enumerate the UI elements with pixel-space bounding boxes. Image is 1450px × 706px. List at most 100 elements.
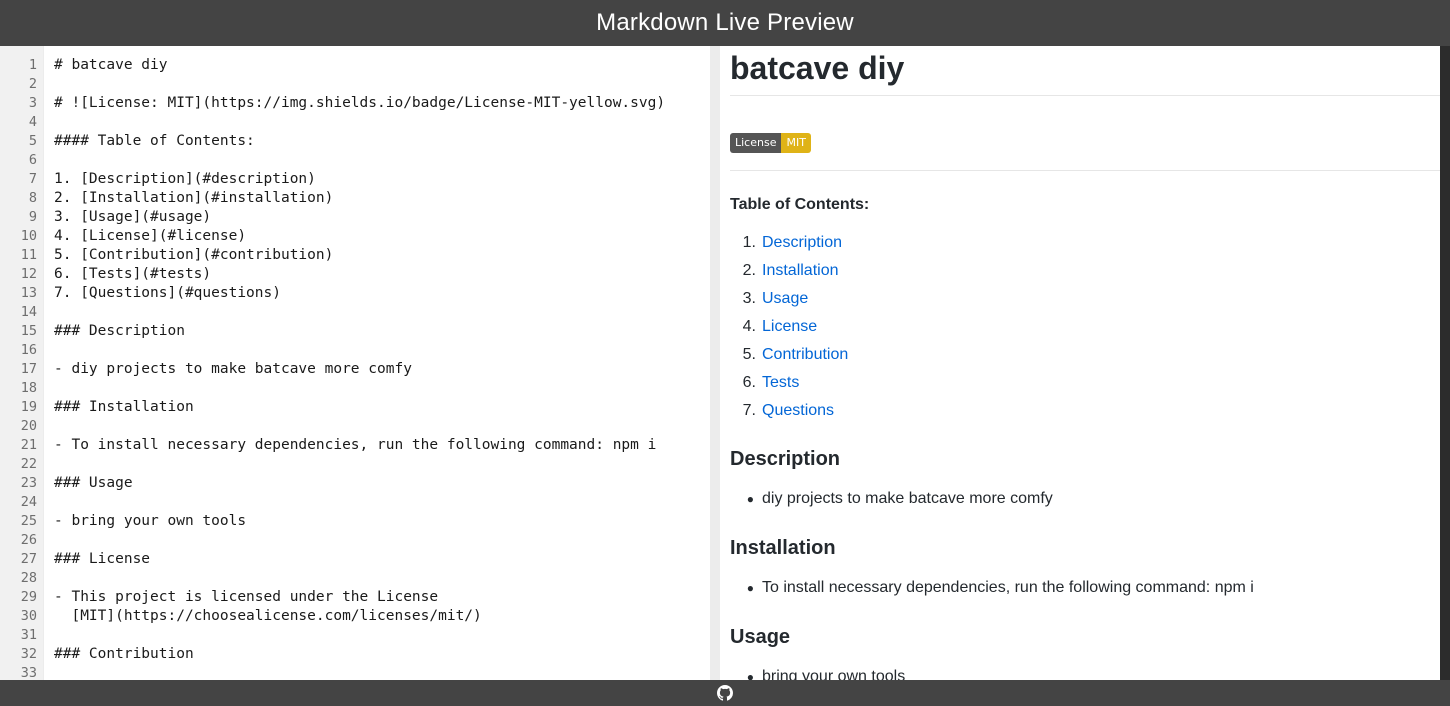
line-text[interactable] (37, 626, 710, 645)
line-number: 16 (20, 342, 37, 358)
editor-line[interactable]: 12 6. [Tests](#tests) (0, 265, 710, 284)
editor-line[interactable]: 10 4. [License](#license) (0, 227, 710, 246)
line-text[interactable]: - To install necessary dependencies, run… (37, 436, 710, 455)
editor-line[interactable]: 22 (0, 455, 710, 474)
line-number: 1 (28, 57, 37, 73)
line-number: 21 (20, 437, 37, 453)
toc-link[interactable]: Description (762, 232, 842, 260)
editor-line[interactable]: 6 (0, 151, 710, 170)
toc-link[interactable]: Usage (762, 288, 808, 316)
line-text[interactable] (37, 455, 710, 474)
github-icon[interactable] (717, 685, 733, 701)
line-text[interactable]: 7. [Questions](#questions) (37, 284, 710, 303)
editor-line[interactable]: 24 (0, 493, 710, 512)
line-text[interactable] (37, 493, 710, 512)
editor-lines[interactable]: 1 # batcave diy 2 3 # ![License: MIT](https:… (0, 56, 710, 680)
editor-line[interactable]: 5 #### Table of Contents: (0, 132, 710, 151)
line-text[interactable] (37, 303, 710, 322)
line-text[interactable] (37, 569, 710, 588)
line-number: 11 (20, 247, 37, 263)
line-text[interactable]: - diy projects to make batcave more comf… (37, 360, 710, 379)
line-text[interactable]: 2. [Installation](#installation) (37, 189, 710, 208)
editor-line[interactable]: 1 # batcave diy (0, 56, 710, 75)
editor-line[interactable]: 30 [MIT](https://choosealicense.com/lice… (0, 607, 710, 626)
toc-link[interactable]: Questions (762, 400, 834, 428)
line-number: 2 (28, 76, 37, 92)
line-text[interactable] (37, 341, 710, 360)
editor-line[interactable]: 11 5. [Contribution](#contribution) (0, 246, 710, 265)
line-text[interactable]: ### Contribution (37, 645, 710, 664)
line-text[interactable] (37, 151, 710, 170)
line-text[interactable] (37, 664, 710, 680)
heading-description: Description (730, 448, 841, 470)
line-text[interactable] (37, 379, 710, 398)
editor-line[interactable]: 27 ### License (0, 550, 710, 569)
editor-line[interactable]: 18 (0, 379, 710, 398)
editor-line[interactable]: 23 ### Usage (0, 474, 710, 493)
editor-line[interactable]: 20 (0, 417, 710, 436)
editor-line[interactable]: 19 ### Installation (0, 398, 710, 417)
pane-divider[interactable] (710, 46, 720, 680)
line-text[interactable]: ### Usage (37, 474, 710, 493)
editor-line[interactable]: 15 ### Description (0, 322, 710, 341)
line-text[interactable]: - This project is licensed under the Lic… (37, 588, 710, 607)
line-text[interactable] (37, 531, 710, 550)
toc-link[interactable]: Tests (762, 372, 799, 400)
line-text[interactable]: #### Table of Contents: (37, 132, 710, 151)
line-text[interactable]: ### License (37, 550, 710, 569)
editor-line[interactable]: 13 7. [Questions](#questions) (0, 284, 710, 303)
editor-line[interactable]: 16 (0, 341, 710, 360)
toc-link[interactable]: Contribution (762, 344, 848, 372)
markdown-editor[interactable]: 1 # batcave diy 2 3 # ![License: MIT](https:… (0, 46, 710, 680)
editor-line[interactable]: 14 (0, 303, 710, 322)
line-number: 29 (20, 589, 37, 605)
line-number: 22 (20, 456, 37, 472)
line-text[interactable] (37, 113, 710, 132)
line-text[interactable]: 6. [Tests](#tests) (37, 265, 710, 284)
editor-line[interactable]: 26 (0, 531, 710, 550)
line-text[interactable]: 1. [Description](#description) (37, 170, 710, 189)
line-text[interactable]: [MIT](https://choosealicense.com/license… (37, 607, 710, 626)
editor-line[interactable]: 3 # ![License: MIT](https://img.shields.i… (0, 94, 710, 113)
bullet-icon: ● (746, 492, 754, 506)
line-text[interactable]: # batcave diy (37, 56, 710, 75)
toc-link[interactable]: License (762, 316, 817, 344)
toc-link[interactable]: Installation (762, 260, 839, 288)
toc-number: 1. (742, 234, 756, 251)
editor-line[interactable]: 2 (0, 75, 710, 94)
list-item: ● bring your own tools (730, 668, 905, 680)
list-item: ● To install necessary dependencies, run… (730, 579, 1254, 597)
editor-line[interactable]: 17- diy projects to make batcave more co… (0, 360, 710, 379)
editor-line[interactable]: 33 (0, 664, 710, 680)
editor-line[interactable]: 7 1. [Description](#description) (0, 170, 710, 189)
editor-line[interactable]: 32 ### Contribution (0, 645, 710, 664)
line-number: 6 (28, 152, 37, 168)
toc-heading: Table of Contents: (730, 196, 870, 213)
line-text[interactable] (37, 75, 710, 94)
editor-line[interactable]: 8 2. [Installation](#installation) (0, 189, 710, 208)
app-header: Markdown Live Preview (0, 0, 1450, 46)
line-number: 19 (20, 399, 37, 415)
editor-line[interactable]: 4 (0, 113, 710, 132)
toc-number: 5. (742, 346, 756, 363)
editor-line[interactable]: 29- This project is licensed under the L… (0, 588, 710, 607)
line-number: 30 (20, 608, 37, 624)
badge-label: License (730, 133, 782, 153)
line-text[interactable]: ### Description (37, 322, 710, 341)
editor-line[interactable]: 28 (0, 569, 710, 588)
editor-line[interactable]: 25- bring your own tools (0, 512, 710, 531)
preview-scrollbar[interactable] (1440, 46, 1450, 680)
line-text[interactable]: # ![License: MIT](https://img.shields.io… (37, 94, 710, 113)
line-text[interactable]: 5. [Contribution](#contribution) (37, 246, 710, 265)
line-text[interactable] (37, 417, 710, 436)
line-text[interactable]: 4. [License](#license) (37, 227, 710, 246)
editor-line[interactable]: 9 3. [Usage](#usage) (0, 208, 710, 227)
editor-line[interactable]: 21- To install necessary dependencies, r… (0, 436, 710, 455)
line-text[interactable]: ### Installation (37, 398, 710, 417)
line-text[interactable]: 3. [Usage](#usage) (37, 208, 710, 227)
editor-line[interactable]: 31 (0, 626, 710, 645)
line-text[interactable]: - bring your own tools (37, 512, 710, 531)
toc-item: 5. Contribution (730, 344, 849, 372)
list-item-text: diy projects to make batcave more comfy (762, 490, 1053, 507)
line-number: 20 (20, 418, 37, 434)
